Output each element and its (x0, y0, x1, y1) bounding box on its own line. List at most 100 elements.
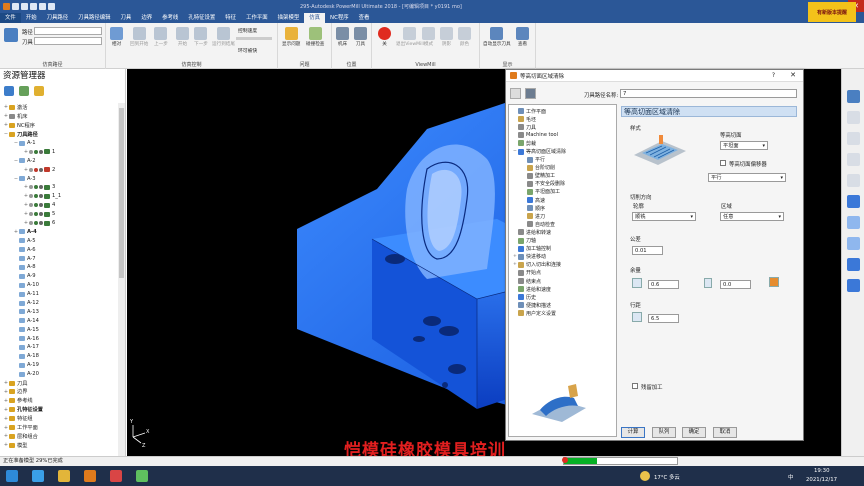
tree-item[interactable]: − A-2 (0, 156, 118, 165)
tree-item[interactable]: A-17 (0, 343, 118, 352)
tree-item[interactable]: + 层和组合 (0, 432, 118, 441)
nav-item[interactable]: 用户定义设置 (509, 309, 616, 317)
sim-path-button[interactable]: 仿真路径 (4, 28, 18, 43)
nav-item[interactable]: 加工轴控制 (509, 245, 616, 253)
stop-icon[interactable] (562, 457, 568, 463)
nav-item[interactable]: 平行 (509, 156, 616, 164)
list-view-icon[interactable] (525, 88, 536, 99)
contour-offset-checkbox[interactable] (720, 160, 726, 166)
auto-show-tool-button[interactable]: 自动显示刀具 (483, 27, 511, 47)
tab-boundary[interactable]: 边界 (136, 13, 157, 23)
next-step-button[interactable]: 下一步 (194, 27, 208, 47)
tree-item[interactable]: + 刀具 (0, 379, 118, 388)
nav-item[interactable]: 高速 (509, 196, 616, 204)
tree-item[interactable]: A-7 (0, 254, 118, 263)
tab-toolpaths[interactable]: 刀具路径 (42, 13, 74, 23)
tab-view[interactable]: 查看 (354, 13, 375, 23)
tree-item[interactable]: + 模型 (0, 441, 118, 450)
scrollbar-thumb[interactable] (119, 108, 124, 278)
tree-item[interactable]: + 参考线 (0, 396, 118, 405)
stepover-input[interactable]: 6.5 (648, 314, 679, 323)
view-button[interactable]: 查看 (516, 27, 529, 47)
path-combo[interactable] (34, 27, 102, 35)
tree-item[interactable]: +5 (0, 210, 118, 219)
nav-item[interactable]: 便捷和描述 (509, 301, 616, 309)
tree-item[interactable]: +6 (0, 219, 118, 228)
profile-select[interactable]: 顺铣 ▾ (632, 212, 696, 221)
tree-item[interactable]: A-14 (0, 316, 118, 325)
exit-viewmill-button[interactable]: 退出ViewMill (396, 27, 424, 47)
machine-button[interactable]: 机床 (336, 27, 349, 47)
tab-toolpath-edit[interactable]: 刀具路径编辑 (73, 13, 115, 23)
show-issue-button[interactable]: 显示问题 (282, 27, 300, 47)
nav-item[interactable]: 台阶切削 (509, 164, 616, 172)
explorer-scrollbar[interactable] (118, 103, 125, 456)
redo-icon[interactable] (48, 2, 55, 10)
tree-item[interactable]: A-10 (0, 281, 118, 290)
radial-allowance-input[interactable]: 0.6 (648, 280, 679, 289)
tree-item[interactable]: +2 (0, 165, 118, 174)
nav-item[interactable]: 进给和速度 (509, 285, 616, 293)
rest-machining-checkbox[interactable] (632, 383, 638, 389)
nav-item[interactable]: 平坦面加工 (509, 188, 616, 196)
prev-step-button[interactable]: 上一步 (154, 27, 168, 47)
save-icon[interactable] (30, 2, 37, 10)
color-button[interactable]: 颜色 (458, 27, 471, 47)
tree-item[interactable]: + 孔特征设置 (0, 405, 118, 414)
tree-item[interactable]: +1_1 (0, 192, 118, 201)
collision-check-button[interactable]: 碰撞检查 (306, 27, 324, 47)
ok-button[interactable]: 确定 (682, 427, 706, 438)
nav-item[interactable]: Machine tool (509, 131, 616, 139)
tree-item[interactable]: A-9 (0, 272, 118, 281)
tree-item[interactable]: + 激活 (0, 103, 118, 112)
tree-item[interactable]: A-6 (0, 245, 118, 254)
nav-item[interactable]: 毛坯 (509, 115, 616, 123)
dialog-help-button[interactable]: ? (772, 72, 775, 79)
nav-item[interactable]: 结束点 (509, 277, 616, 285)
zoom-out-icon[interactable] (847, 132, 860, 145)
nav-item[interactable]: − 等高切面区域清除 (509, 147, 616, 155)
tab-nc-program[interactable]: NC程序 (325, 13, 354, 23)
zoom-box-icon[interactable] (847, 153, 860, 166)
tab-start[interactable]: 开始 (21, 13, 42, 23)
tree-item[interactable]: − A-3 (0, 174, 118, 183)
tab-workplane[interactable]: 工作平面 (241, 13, 273, 23)
start-icon[interactable] (6, 470, 18, 482)
app-icon[interactable] (110, 470, 122, 482)
nav-item[interactable]: 不安全段删除 (509, 180, 616, 188)
update-banner[interactable]: 有新版本提醒 (808, 2, 856, 22)
input-language[interactable]: 中 (788, 473, 793, 481)
tab-model[interactable]: 描架模型 (273, 13, 305, 23)
shade-button[interactable]: 阴影 (440, 27, 453, 47)
contour-select[interactable]: 平坦面 ▾ (720, 141, 768, 150)
tab-feature[interactable]: 特征 (220, 13, 241, 23)
nav-item[interactable]: 刀具 (509, 123, 616, 131)
pointer-icon[interactable] (847, 279, 860, 292)
tree-item[interactable]: A-16 (0, 334, 118, 343)
tree-item[interactable]: A-12 (0, 299, 118, 308)
tree-item[interactable]: A-19 (0, 361, 118, 370)
viewmill-off-button[interactable]: 关 (378, 27, 391, 47)
calculate-button[interactable]: 计算 (621, 427, 645, 438)
relative-button[interactable]: 相对 (110, 27, 123, 47)
nav-item[interactable]: 自动检查 (509, 220, 616, 228)
select-icon[interactable] (847, 258, 860, 271)
explorer-icon[interactable] (58, 470, 70, 482)
tree-item[interactable]: + 边界 (0, 388, 118, 397)
nav-item[interactable]: 壁精加工 (509, 172, 616, 180)
axial-allowance-input[interactable]: 0.0 (720, 280, 751, 289)
run-to-end-button[interactable]: 运行到结尾 (212, 27, 235, 47)
tree-item[interactable]: A-15 (0, 325, 118, 334)
view-iso-icon[interactable] (847, 195, 860, 208)
tool-pos-button[interactable]: 刀具 (354, 27, 367, 47)
toolpath-name-input[interactable]: 7 (620, 89, 797, 98)
explorer-help-icon[interactable] (34, 86, 44, 96)
tree-item[interactable]: A-8 (0, 263, 118, 272)
tree-item[interactable]: +4 (0, 201, 118, 210)
tree-item[interactable]: A-5 (0, 236, 118, 245)
view-front-icon[interactable] (847, 216, 860, 229)
play-button[interactable]: 开始 (176, 27, 189, 47)
tree-item[interactable]: + A-4 (0, 227, 118, 236)
tolerance-input[interactable]: 0.01 (632, 246, 663, 255)
undo-icon[interactable] (39, 2, 46, 10)
